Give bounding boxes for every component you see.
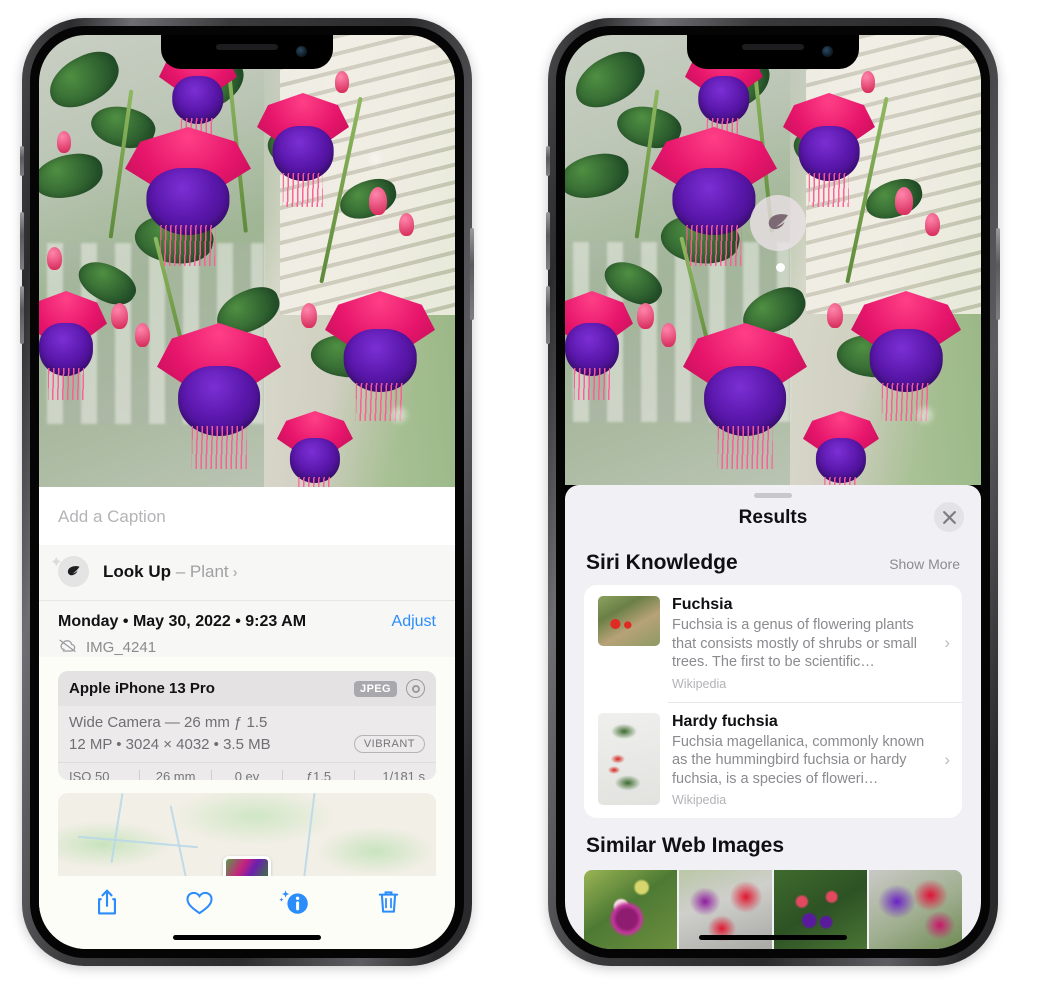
chevron-right-icon: › [944, 749, 950, 769]
similar-web-images-header: Similar Web Images [565, 818, 981, 860]
exif-header: Apple iPhone 13 Pro JPEG [58, 671, 436, 706]
result-thumbnail [598, 712, 660, 805]
home-indicator-right[interactable] [699, 935, 847, 940]
result-source: Wikipedia [672, 793, 727, 808]
photo-filename: IMG_4241 [86, 639, 157, 656]
list-item[interactable]: Hardy fuchsia Fuchsia magellanica, commo… [584, 701, 962, 819]
photographic-style-badge: VIBRANT [353, 735, 425, 753]
photo-viewer[interactable] [39, 35, 455, 487]
web-image-thumbnail[interactable] [869, 870, 962, 949]
chevron-right-icon: › [232, 563, 238, 581]
map-photo-pin[interactable] [223, 856, 271, 877]
heart-icon[interactable] [185, 890, 214, 916]
result-thumbnail [598, 596, 660, 646]
cloud-slash-icon [58, 638, 77, 657]
notch-right [687, 35, 859, 69]
exif-body: Wide Camera — 26 mm ƒ 1.5 12 MP • 3024 ×… [58, 706, 436, 762]
share-icon[interactable] [94, 888, 120, 918]
close-icon[interactable] [934, 502, 964, 532]
screenshot-stage: Add a Caption ✦ Look Up – Plant › Monday… [0, 0, 1055, 985]
siri-knowledge-header: Siri Knowledge Show More [565, 535, 981, 585]
front-camera-icon [822, 46, 833, 57]
power-button[interactable] [470, 228, 474, 320]
phone-bezel-left: Add a Caption ✦ Look Up – Plant › Monday… [30, 26, 464, 958]
drawer-header: Results [565, 498, 981, 535]
speaker-grille-icon [216, 44, 278, 50]
photo-date: Monday • May 30, 2022 • 9:23 AM [58, 613, 307, 630]
drawer-title: Results [738, 507, 808, 528]
specs-line: 12 MP • 3024 × 4032 • 3.5 MB [69, 735, 271, 753]
filename-row: IMG_4241 [58, 638, 436, 657]
exif-stat-aperture: ƒ1.5 [305, 769, 332, 780]
phone-screen-right: Results Siri Knowledge Show More Fuchsia… [565, 35, 981, 949]
date-row: Monday • May 30, 2022 • 9:23 AM Adjust [58, 613, 436, 631]
mute-switch[interactable] [20, 146, 24, 176]
exif-stats-row: ISO 50 26 mm 0 ev ƒ1.5 1/181 s [58, 762, 436, 780]
siri-knowledge-card: Fuchsia Fuchsia is a genus of flowering … [584, 585, 962, 819]
exif-stat-focal: 26 mm [155, 769, 196, 780]
trash-icon[interactable] [376, 888, 401, 917]
leaf-icon [58, 556, 89, 587]
web-image-thumbnail[interactable] [584, 870, 677, 949]
power-button[interactable] [996, 228, 1000, 320]
visual-look-up-badge[interactable] [750, 195, 806, 251]
lens-icon [406, 679, 425, 698]
result-description: Fuchsia magellanica, commonly known as t… [672, 733, 925, 787]
exif-stat-shutter: 1/181 s [382, 769, 426, 780]
device-name: Apple iPhone 13 Pro [69, 680, 215, 697]
look-up-title: Look Up [103, 561, 171, 581]
exif-stat-iso: ISO 50 [69, 769, 110, 780]
leaf-icon [768, 214, 788, 230]
look-up-dash: – [171, 561, 190, 581]
visual-look-up-anchor-dot [776, 263, 785, 272]
result-title: Hardy fuchsia [672, 712, 778, 730]
look-up-subject: Plant [189, 561, 229, 581]
result-title: Fuchsia [672, 596, 733, 613]
photo-info-sheet: Add a Caption ✦ Look Up – Plant › Monday… [39, 487, 455, 949]
siri-knowledge-title: Siri Knowledge [586, 551, 738, 574]
list-item[interactable]: Fuchsia Fuchsia is a genus of flowering … [584, 585, 962, 702]
volume-down-button[interactable] [20, 286, 24, 344]
notch-left [161, 35, 333, 69]
info-sparkle-icon[interactable] [278, 888, 311, 918]
volume-down-button[interactable] [546, 286, 550, 344]
format-badge: JPEG [354, 680, 397, 697]
volume-up-button[interactable] [546, 212, 550, 270]
similar-web-images-title: Similar Web Images [586, 834, 785, 858]
exif-card: Apple iPhone 13 Pro JPEG Wide Camera — 2… [58, 671, 436, 780]
exif-stat-ev: 0 ev [234, 769, 260, 780]
phone-bezel-right: Results Siri Knowledge Show More Fuchsia… [556, 26, 990, 958]
photo-viewer[interactable] [565, 35, 981, 485]
look-up-row[interactable]: ✦ Look Up – Plant › [39, 545, 455, 601]
look-up-label: Look Up – Plant › [103, 562, 238, 582]
results-drawer: Results Siri Knowledge Show More Fuchsia… [565, 485, 981, 949]
adjust-button[interactable]: Adjust [392, 613, 436, 631]
result-source: Wikipedia [672, 676, 727, 691]
location-map[interactable] [58, 792, 436, 877]
result-description: Fuchsia is a genus of flowering plants t… [672, 617, 917, 671]
home-indicator-left[interactable] [173, 935, 321, 940]
front-camera-icon [296, 46, 307, 57]
volume-up-button[interactable] [20, 212, 24, 270]
photo-metadata-block: Monday • May 30, 2022 • 9:23 AM Adjust I… [39, 601, 455, 657]
show-more-button[interactable]: Show More [889, 556, 960, 572]
camera-line: Wide Camera — 26 mm ƒ 1.5 [69, 714, 268, 731]
chevron-right-icon: › [944, 633, 950, 653]
phone-left: Add a Caption ✦ Look Up – Plant › Monday… [20, 18, 474, 966]
caption-input[interactable]: Add a Caption [39, 487, 455, 545]
phone-screen-left: Add a Caption ✦ Look Up – Plant › Monday… [39, 35, 455, 949]
mute-switch[interactable] [546, 146, 550, 176]
speaker-grille-icon [742, 44, 804, 50]
phone-right: Results Siri Knowledge Show More Fuchsia… [546, 18, 1000, 966]
